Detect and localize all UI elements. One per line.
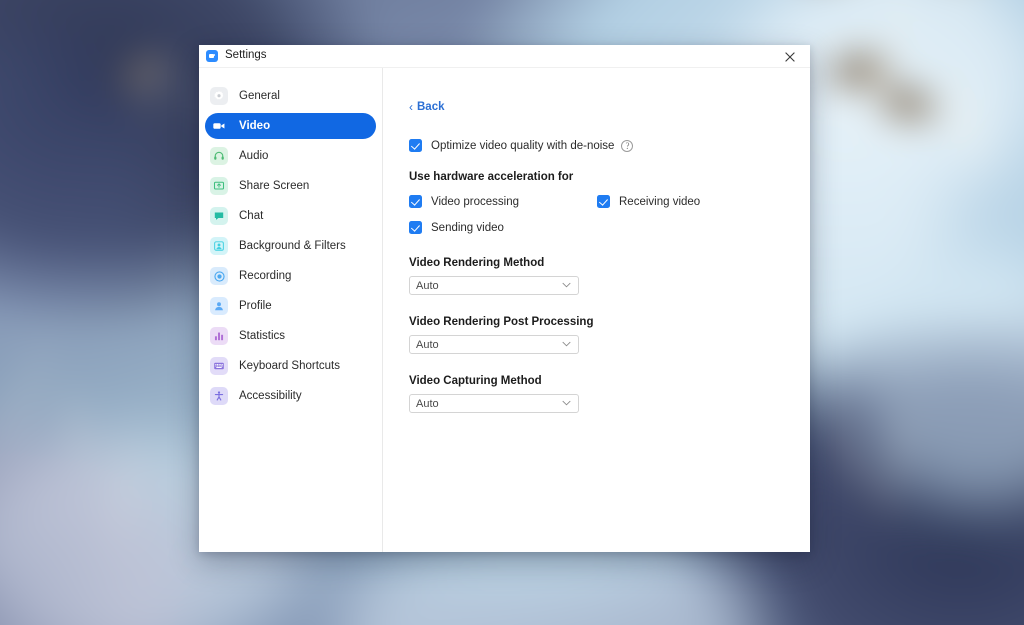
receiving-video-checkbox[interactable] [597,195,610,208]
sidebar-item-label: Chat [239,210,264,222]
sidebar-item-label: Video [239,120,271,132]
window-body: General Video Audio Share Screen Chat Ba… [199,68,810,552]
video-capturing-method-dropdown[interactable]: Auto [409,394,579,413]
sidebar-item-label: Share Screen [239,180,310,192]
chevron-left-icon: ‹ [409,99,413,114]
video-rendering-post-processing-value: Auto [416,338,439,351]
sidebar-item-label: Audio [239,150,269,162]
gear-icon [210,87,228,105]
sidebar-item-label: Recording [239,270,292,282]
hardware-acceleration-heading: Use hardware acceleration for [409,171,574,183]
video-settings-panel: ‹ Back Optimize video quality with de-no… [383,68,810,552]
close-icon [785,51,795,62]
sidebar-item-label: Profile [239,300,272,312]
chevron-down-icon [562,400,571,406]
settings-sidebar: General Video Audio Share Screen Chat Ba… [199,68,383,552]
window-titlebar: Settings [199,45,810,68]
accessibility-icon [210,387,228,405]
hardware-acceleration-options: Video processing Sending video Receiving… [409,193,810,236]
sidebar-item-label: Background & Filters [239,240,346,252]
close-button[interactable] [770,45,810,68]
person-icon [210,297,228,315]
video-processing-checkbox[interactable] [409,195,422,208]
receiving-video-label: Receiving video [619,195,701,208]
sidebar-item-background-filters[interactable]: Background & Filters [205,233,376,259]
help-question-icon[interactable]: ? [621,139,634,152]
video-capturing-method-label: Video Capturing Method [409,375,542,387]
sidebar-item-video[interactable]: Video [205,113,376,139]
window-title: Settings [225,49,267,62]
share-screen-icon [210,177,228,195]
sidebar-item-label: General [239,90,280,102]
sidebar-item-keyboard-shortcuts[interactable]: Keyboard Shortcuts [205,353,376,379]
bar-chart-icon [210,327,228,345]
sidebar-item-recording[interactable]: Recording [205,263,376,289]
video-capturing-method-value: Auto [416,397,439,410]
denoise-row: Optimize video quality with de-noise ? [409,137,810,154]
sidebar-item-general[interactable]: General [205,83,376,109]
sidebar-item-profile[interactable]: Profile [205,293,376,319]
chevron-down-icon [562,282,571,288]
denoise-checkbox[interactable] [409,139,422,152]
video-rendering-method-value: Auto [416,279,439,292]
video-rendering-method-dropdown[interactable]: Auto [409,276,579,295]
back-link-label: Back [417,101,445,113]
background-filters-icon [210,237,228,255]
back-link[interactable]: ‹ Back [409,99,445,114]
video-rendering-post-processing-dropdown[interactable]: Auto [409,335,579,354]
sending-video-checkbox[interactable] [409,221,422,234]
sidebar-item-statistics[interactable]: Statistics [205,323,376,349]
sidebar-item-label: Keyboard Shortcuts [239,360,341,372]
keyboard-icon [210,357,228,375]
sidebar-item-label: Statistics [239,330,286,342]
chevron-down-icon [562,341,571,347]
record-circle-icon [210,267,228,285]
chat-bubble-icon [210,207,228,225]
zoom-logo-icon [206,50,218,62]
desktop-background: Settings General Video Audio Share Scree… [0,0,1024,625]
sending-video-label: Sending video [431,221,504,234]
sidebar-item-accessibility[interactable]: Accessibility [205,383,376,409]
video-camera-icon [210,117,228,135]
video-rendering-method-label: Video Rendering Method [409,257,545,269]
denoise-label: Optimize video quality with de-noise [431,139,615,152]
sending-video-row: Sending video [409,219,810,236]
headphones-icon [210,147,228,165]
settings-window: Settings General Video Audio Share Scree… [199,45,810,552]
sidebar-item-share-screen[interactable]: Share Screen [205,173,376,199]
sidebar-item-label: Accessibility [239,390,302,402]
video-rendering-post-processing-label: Video Rendering Post Processing [409,316,594,328]
receiving-video-row: Receiving video [597,193,700,210]
sidebar-item-audio[interactable]: Audio [205,143,376,169]
sidebar-item-chat[interactable]: Chat [205,203,376,229]
video-processing-label: Video processing [431,195,520,208]
